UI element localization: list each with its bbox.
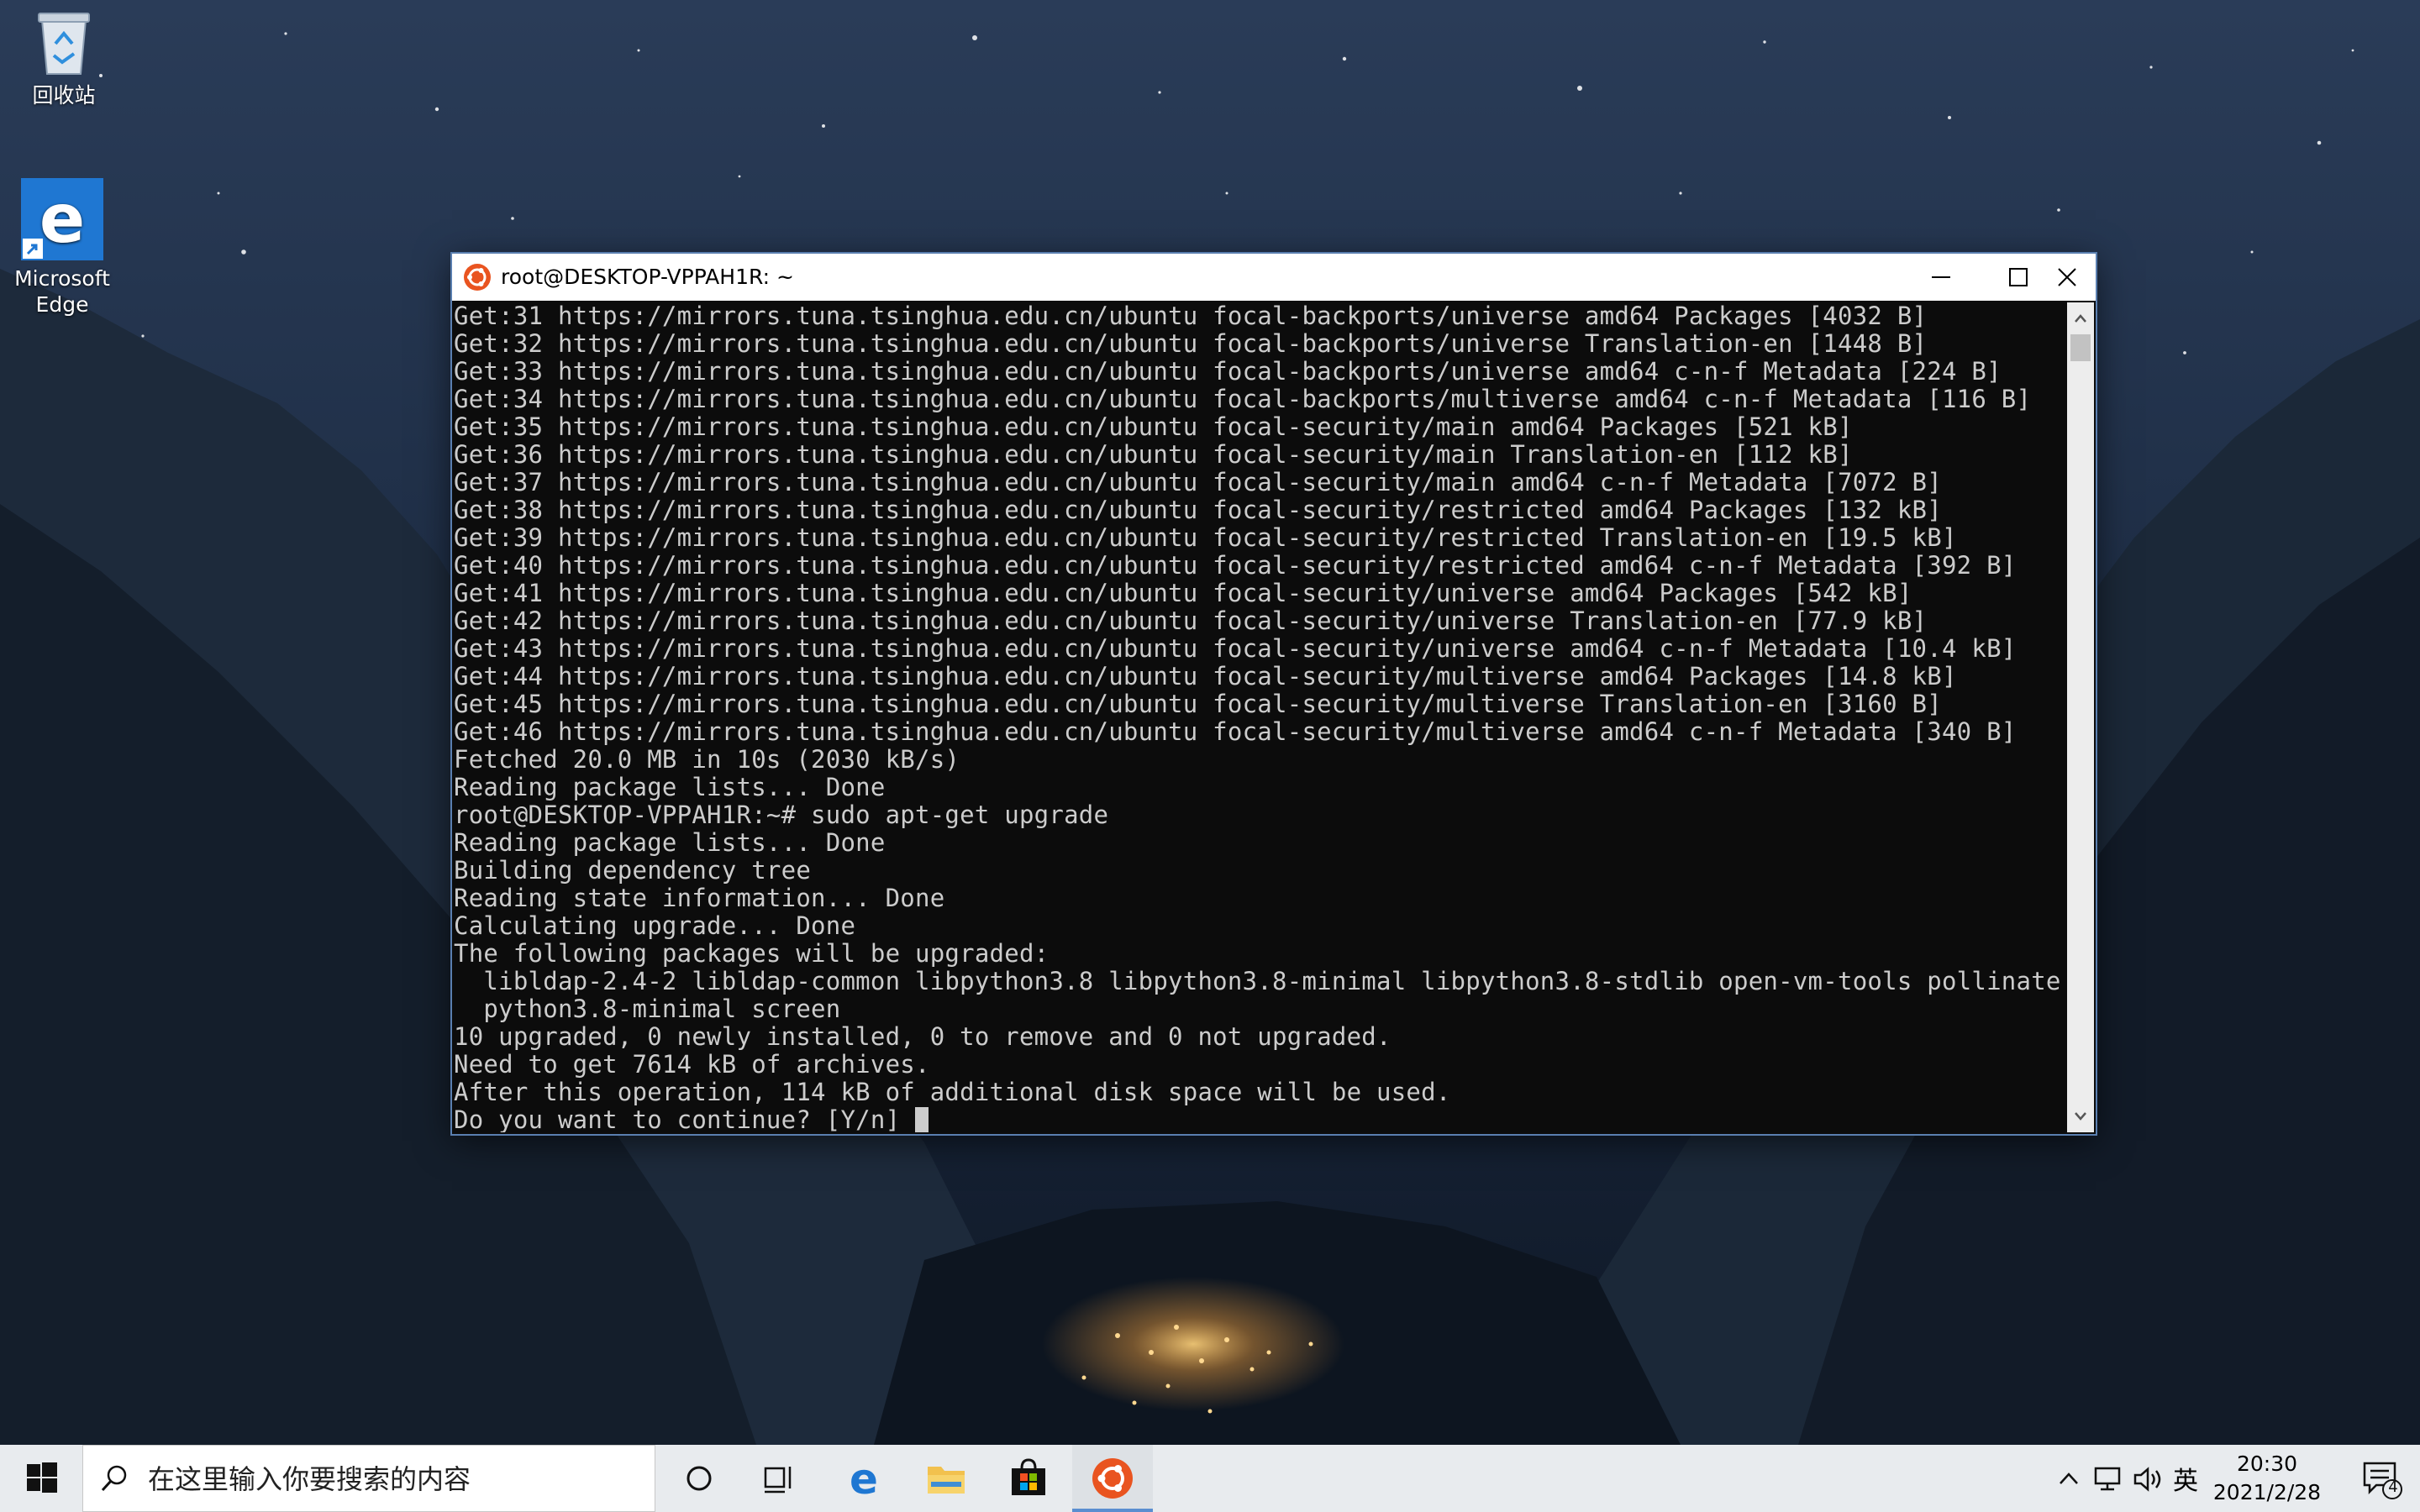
- svg-text:e: e: [39, 180, 85, 258]
- action-center-button[interactable]: 4: [2344, 1445, 2420, 1512]
- tray-show-hidden-button[interactable]: [2052, 1445, 2086, 1512]
- ime-indicator[interactable]: 英: [2173, 1460, 2198, 1497]
- maximize-button[interactable]: [1980, 254, 2057, 301]
- active-indicator: [1072, 1509, 1153, 1512]
- terminal-scrollbar[interactable]: [2067, 302, 2094, 1132]
- search-icon: [101, 1465, 127, 1492]
- taskbar-file-explorer[interactable]: [908, 1445, 986, 1512]
- tray-volume-button[interactable]: [2131, 1445, 2168, 1512]
- edge-icon: e: [21, 178, 103, 260]
- terminal-line: Get:40 https://mirrors.tuna.tsinghua.edu…: [454, 551, 2017, 580]
- scrollbar-thumb[interactable]: [2070, 334, 2091, 361]
- desktop: 回收站 e Microsoft Edge root@DESKTOP-VPPAH1…: [0, 0, 2420, 1445]
- terminal-line: Fetched 20.0 MB in 10s (2030 kB/s): [454, 745, 960, 774]
- desktop-icon-label: Microsoft Edge: [14, 266, 110, 317]
- task-view-icon: [764, 1467, 792, 1494]
- taskbar-edge[interactable]: e: [825, 1445, 904, 1512]
- terminal-lines: Get:31 https://mirrors.tuna.tsinghua.edu…: [454, 302, 2065, 1132]
- taskbar: e: [0, 1445, 2420, 1512]
- terminal-line: Get:42 https://mirrors.tuna.tsinghua.edu…: [454, 606, 1928, 635]
- circle-icon: [687, 1466, 712, 1491]
- minimize-button[interactable]: [1902, 254, 1980, 301]
- terminal-line: Get:35 https://mirrors.tuna.tsinghua.edu…: [454, 412, 1853, 441]
- terminal-line: Do you want to continue? [Y/n]: [454, 1106, 2065, 1132]
- terminal-window[interactable]: root@DESKTOP-VPPAH1R: ~ Get:31 https://m…: [452, 254, 2096, 1134]
- chevron-down-icon: [2075, 1112, 2086, 1121]
- taskbar-cortana[interactable]: [664, 1445, 734, 1512]
- clock-time: 20:30: [2236, 1452, 2298, 1476]
- terminal-line: Get:38 https://mirrors.tuna.tsinghua.edu…: [454, 496, 1942, 524]
- terminal-output[interactable]: Get:31 https://mirrors.tuna.tsinghua.edu…: [454, 302, 2065, 1132]
- search-input[interactable]: [146, 1462, 637, 1497]
- terminal-line: Get:33 https://mirrors.tuna.tsinghua.edu…: [454, 357, 2002, 386]
- windows-start-icon: [27, 1462, 57, 1493]
- clock-date: 2021/2/28: [2212, 1480, 2322, 1504]
- terminal-line: Get:37 https://mirrors.tuna.tsinghua.edu…: [454, 468, 1942, 496]
- scroll-up-button[interactable]: [2067, 306, 2094, 331]
- taskbar-search-box[interactable]: [82, 1445, 655, 1512]
- edge-icon: e: [850, 1458, 878, 1499]
- terminal-line: Reading package lists... Done: [454, 828, 886, 857]
- terminal-line: After this operation, 114 kB of addition…: [454, 1078, 1451, 1106]
- terminal-line: Building dependency tree: [454, 856, 812, 885]
- store-bag-icon: [1012, 1458, 1045, 1495]
- maximize-icon: [2009, 268, 2028, 286]
- chevron-up-icon: [2075, 314, 2086, 323]
- terminal-line: Calculating upgrade... Done: [454, 911, 856, 940]
- terminal-line: Reading state information... Done: [454, 884, 945, 912]
- terminal-line: Get:36 https://mirrors.tuna.tsinghua.edu…: [454, 440, 1853, 469]
- terminal-line: Reading package lists... Done: [454, 773, 886, 801]
- terminal-line: Get:45 https://mirrors.tuna.tsinghua.edu…: [454, 690, 1942, 718]
- terminal-line: python3.8-minimal screen: [454, 995, 841, 1023]
- taskbar-store[interactable]: [990, 1445, 1069, 1512]
- chevron-up-icon: [2060, 1473, 2078, 1484]
- close-button[interactable]: [2057, 254, 2096, 301]
- desktop-icon-label: 回收站: [32, 83, 96, 108]
- terminal-line: Get:43 https://mirrors.tuna.tsinghua.edu…: [454, 634, 2017, 663]
- terminal-line: Get:32 https://mirrors.tuna.tsinghua.edu…: [454, 329, 1928, 358]
- terminal-line: libldap-2.4-2 libldap-common libpython3.…: [454, 967, 2065, 995]
- terminal-line: Need to get 7614 kB of archives.: [454, 1050, 930, 1079]
- tray-network-button[interactable]: [2091, 1445, 2128, 1512]
- taskbar-task-view[interactable]: [743, 1445, 815, 1512]
- terminal-line: The following packages will be upgraded:: [454, 939, 1050, 968]
- start-button[interactable]: [0, 1445, 81, 1512]
- volume-icon: [2133, 1467, 2161, 1492]
- network-icon: [2094, 1467, 2121, 1491]
- terminal-line: Get:34 https://mirrors.tuna.tsinghua.edu…: [454, 385, 2032, 413]
- recycle-bin-icon: [30, 7, 97, 77]
- desktop-icon-recycle-bin[interactable]: 回收站: [5, 7, 123, 108]
- terminal-line: root@DESKTOP-VPPAH1R:~# sudo apt-get upg…: [454, 801, 1109, 829]
- taskbar-ubuntu[interactable]: [1072, 1445, 1153, 1512]
- svg-text:e: e: [850, 1458, 878, 1499]
- window-title: root@DESKTOP-VPPAH1R: ~: [501, 265, 794, 289]
- terminal-line: Get:41 https://mirrors.tuna.tsinghua.edu…: [454, 579, 1912, 607]
- terminal-line: Get:31 https://mirrors.tuna.tsinghua.edu…: [454, 302, 1928, 330]
- scroll-down-button[interactable]: [2067, 1104, 2094, 1129]
- terminal-line: Get:39 https://mirrors.tuna.tsinghua.edu…: [454, 523, 1957, 552]
- desktop-icon-edge[interactable]: e Microsoft Edge: [3, 178, 121, 318]
- terminal-line: Get:46 https://mirrors.tuna.tsinghua.edu…: [454, 717, 2017, 746]
- terminal-cursor: [915, 1107, 929, 1132]
- taskbar-clock[interactable]: 20:30 2021/2/28: [2200, 1450, 2334, 1507]
- close-icon: [2058, 268, 2076, 286]
- terminal-titlebar[interactable]: root@DESKTOP-VPPAH1R: ~: [452, 254, 2096, 301]
- terminal-line: Get:44 https://mirrors.tuna.tsinghua.edu…: [454, 662, 1957, 690]
- ubuntu-icon: [1092, 1458, 1133, 1499]
- notification-count: 4: [2388, 1478, 2398, 1496]
- folder-icon: [928, 1467, 965, 1494]
- terminal-line: 10 upgraded, 0 newly installed, 0 to rem…: [454, 1022, 1392, 1051]
- minimize-icon: [1932, 276, 1950, 278]
- ubuntu-icon: [464, 264, 491, 291]
